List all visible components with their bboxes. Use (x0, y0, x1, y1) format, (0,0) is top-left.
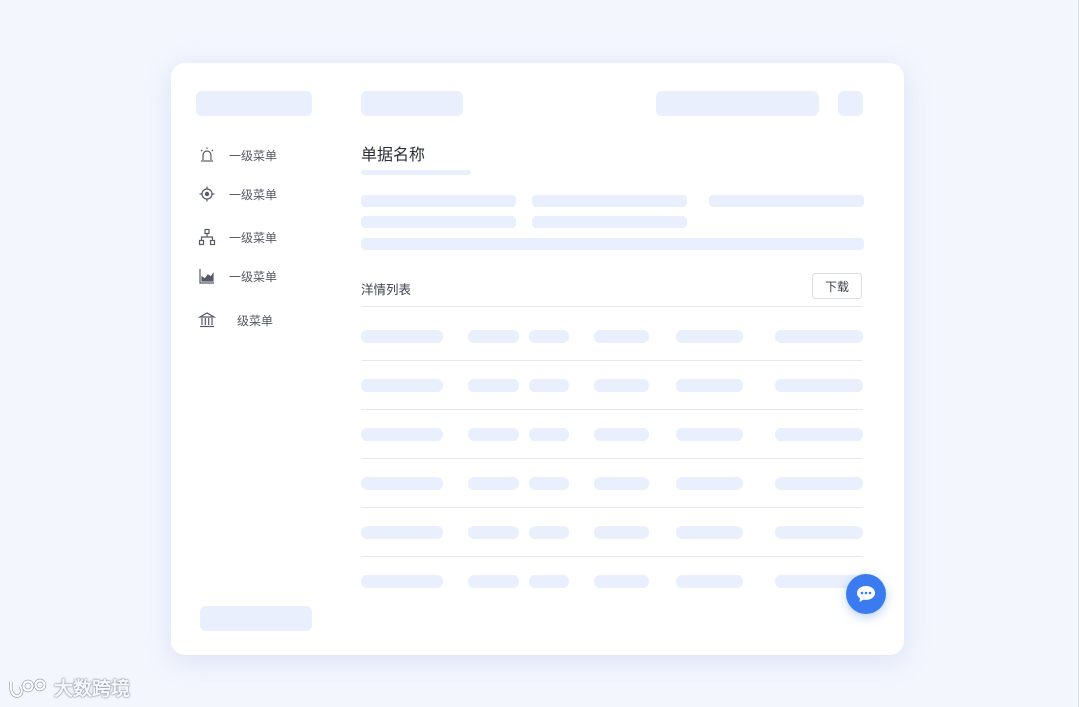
table-cell-placeholder (361, 477, 443, 490)
table-cell-placeholder (529, 477, 569, 490)
table-cell-placeholder (676, 428, 743, 441)
chat-button[interactable] (846, 574, 886, 614)
form-field-placeholder (361, 195, 516, 207)
sidebar-item-1[interactable]: 一级菜单 (197, 143, 277, 167)
table-cell-placeholder (775, 330, 863, 343)
row-divider (361, 507, 863, 508)
row-divider (361, 360, 863, 361)
header-tab-placeholder (361, 91, 463, 116)
watermark: 大数跨境 (8, 674, 130, 701)
sidebar-item-4[interactable]: 一级菜单 (197, 264, 277, 288)
table-cell-placeholder (468, 477, 519, 490)
table-cell-placeholder (594, 330, 649, 343)
table-cell-placeholder (529, 379, 569, 392)
page-title: 单据名称 (361, 145, 426, 164)
table-cell-placeholder (676, 379, 743, 392)
area-chart-icon (197, 266, 217, 286)
row-divider (361, 556, 863, 557)
target-icon (197, 184, 217, 204)
list-header-divider (361, 306, 863, 307)
table-cell-placeholder (594, 526, 649, 539)
sidebar-item-label: 一级菜单 (229, 187, 278, 202)
table-cell-placeholder (775, 428, 863, 441)
row-divider (361, 458, 863, 459)
sidebar-item-3[interactable]: 一级菜单 (197, 225, 277, 249)
table-cell-placeholder (468, 330, 519, 343)
table-cell-placeholder (468, 526, 519, 539)
table-cell-placeholder (529, 526, 569, 539)
table-cell-placeholder (775, 477, 863, 490)
form-wide-placeholder (361, 238, 864, 250)
table-cell-placeholder (775, 379, 863, 392)
header-search-placeholder (656, 91, 819, 116)
sidebar-item-label: 一级菜单 (229, 230, 278, 245)
form-field-placeholder (709, 195, 864, 207)
sidebar-item-5[interactable]: 级菜单 (197, 308, 273, 332)
header-avatar-placeholder (838, 91, 863, 116)
table-cell-placeholder (594, 379, 649, 392)
sidebar-item-2[interactable]: 一级菜单 (197, 182, 277, 206)
alarm-icon (197, 145, 217, 165)
logo-placeholder (196, 91, 312, 116)
form-field-placeholder (361, 216, 516, 228)
row-divider (361, 409, 863, 410)
sidebar-item-label: 级菜单 (237, 313, 274, 328)
table-cell-placeholder (594, 428, 649, 441)
table-cell-placeholder (676, 526, 743, 539)
sidebar-item-label: 一级菜单 (229, 148, 278, 163)
watermark-text: 大数跨境 (54, 678, 131, 700)
table-cell-placeholder (361, 575, 443, 588)
table-cell-placeholder (529, 428, 569, 441)
table-cell-placeholder (361, 379, 443, 392)
table-cell-placeholder (361, 526, 443, 539)
table-cell-placeholder (775, 526, 863, 539)
app-window: 一级菜单 一级菜单 一级菜单 一级菜单 级菜单 单据名称 洋情列表 下载 (171, 63, 904, 655)
table-cell-placeholder (361, 330, 443, 343)
table-cell-placeholder (594, 575, 649, 588)
download-button[interactable]: 下载 (812, 273, 862, 299)
table-cell-placeholder (361, 428, 443, 441)
table-cell-placeholder (468, 575, 519, 588)
form-field-placeholder (532, 216, 687, 228)
table-cell-placeholder (676, 575, 743, 588)
table-cell-placeholder (676, 330, 743, 343)
bank-icon (197, 310, 217, 330)
table-cell-placeholder (468, 379, 519, 392)
table-cell-placeholder (676, 477, 743, 490)
chat-bubble-icon (855, 584, 877, 604)
title-underline (361, 170, 471, 175)
sitemap-icon (197, 227, 217, 247)
table-cell-placeholder (594, 477, 649, 490)
sidebar-item-label: 一级菜单 (229, 269, 278, 284)
table-cell-placeholder (529, 330, 569, 343)
list-title: 洋情列表 (361, 282, 412, 297)
form-field-placeholder (532, 195, 687, 207)
sidebar-footer-placeholder (200, 606, 312, 631)
table-cell-placeholder (468, 428, 519, 441)
watermark-logo-icon (8, 676, 50, 700)
table-cell-placeholder (529, 575, 569, 588)
